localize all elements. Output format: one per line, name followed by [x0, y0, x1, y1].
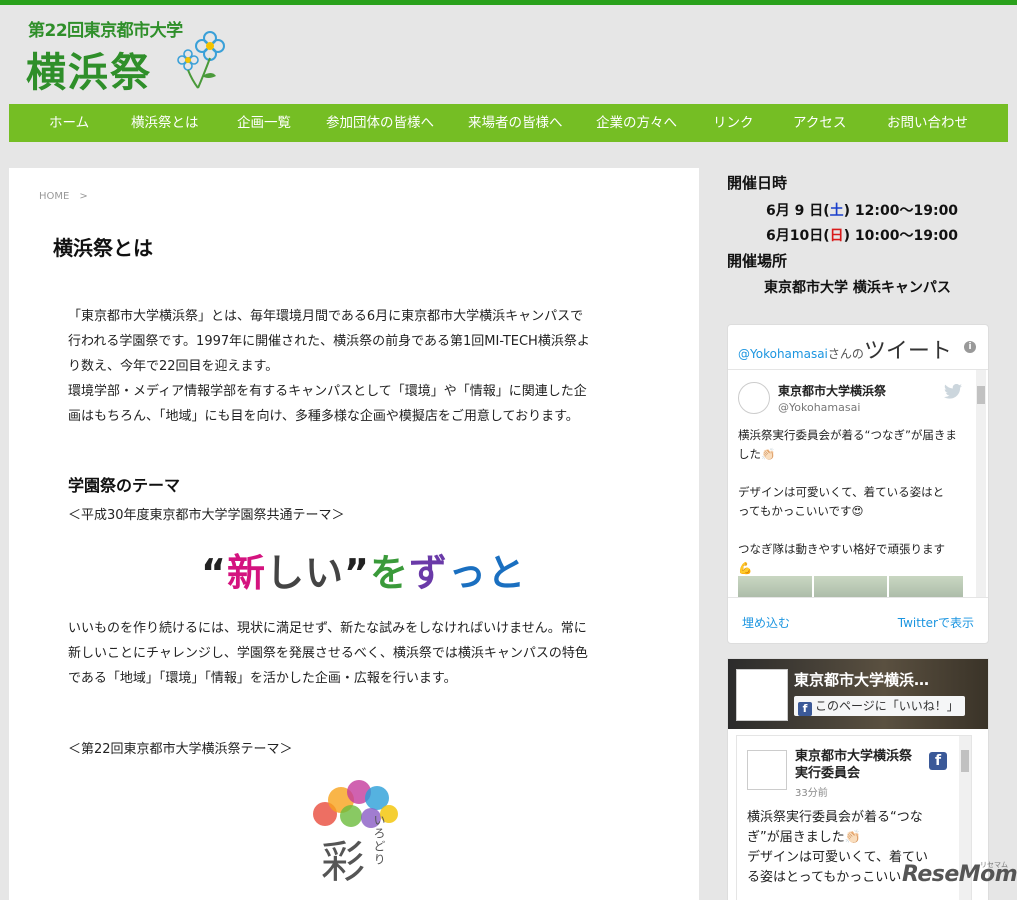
intro-text: 「東京都市大学横浜祭」とは、毎年環境月間である6月に東京都市大学横浜キャンパスで…: [68, 309, 590, 424]
facebook-icon: f: [798, 702, 812, 716]
date1-day: 6月 9 日(: [766, 203, 830, 219]
place-text: 東京都市大学 横浜キャンパス: [764, 280, 951, 296]
breadcrumb-home[interactable]: HOME: [39, 191, 69, 202]
date2-weekday: 日: [829, 228, 844, 244]
nav-visitors[interactable]: 来場者の皆様へ: [468, 104, 563, 142]
date2-close: ): [843, 228, 851, 244]
nav-contact[interactable]: お問い合わせ: [887, 104, 968, 142]
twitter-header: @Yokohamasaiさんのツイート: [738, 333, 952, 365]
site-logo[interactable]: 第22回東京都市大学 横浜祭: [26, 14, 226, 96]
slogan-char: を: [370, 551, 410, 595]
slogan-char: “: [201, 551, 227, 595]
nav-home[interactable]: ホーム: [49, 104, 89, 142]
tweet-author-name[interactable]: 東京都市大学横浜祭: [778, 382, 886, 399]
slogan-char: 新: [226, 551, 266, 595]
theme-text: いいものを作り続けるには、現状に満足せず、新たな試みをしなければいけません。常に…: [68, 621, 588, 686]
nav-participants[interactable]: 参加団体の皆様へ: [326, 104, 434, 142]
tweet-text: 横浜祭実行委員会が着る“つなぎ”が届きま した👏🏻 デザインは可愛いくて、着てい…: [738, 428, 957, 575]
place-heading: 開催場所: [727, 252, 788, 270]
info-icon[interactable]: i: [964, 341, 976, 353]
facebook-like-label: このページに「いいね！」: [815, 699, 959, 713]
top-accent-bar: [0, 0, 1017, 5]
facebook-post-author[interactable]: 東京都市大学横浜祭 実行委員会: [795, 748, 912, 782]
twitter-header-mid: さんの: [827, 347, 864, 361]
tweet-author-handle[interactable]: @Yokohamasai: [778, 401, 860, 414]
nav-about[interactable]: 横浜祭とは: [131, 104, 199, 142]
slogan-char: っ: [448, 551, 488, 595]
breadcrumb-sep: >: [79, 191, 88, 202]
date1-weekday: 土: [829, 203, 844, 219]
page-title: 横浜祭とは: [53, 236, 153, 260]
theme-slogan: “新しい”をずっと: [201, 542, 526, 597]
main-content: HOME > 横浜祭とは 「東京都市大学横浜祭」とは、毎年環境月間である6月に東京…: [9, 168, 699, 900]
breadcrumb: HOME >: [39, 191, 88, 202]
twitter-header-label: ツイート: [863, 339, 952, 364]
slogan-char: し: [266, 551, 306, 595]
twitter-header-handle[interactable]: @Yokohamasai: [738, 347, 828, 361]
date2-time: 10:00～19:00: [854, 228, 959, 244]
tweet-scrollbar[interactable]: [976, 370, 986, 597]
tweet-avatar[interactable]: [738, 382, 770, 414]
facebook-post-avatar[interactable]: [747, 750, 787, 790]
nav-access[interactable]: アクセス: [793, 104, 846, 142]
date1-time: 12:00～19:00: [854, 203, 959, 219]
theme22-kanji: 彩: [321, 837, 365, 888]
theme22-kana: いろどり: [372, 814, 386, 866]
nav-events[interactable]: 企画一覧: [237, 104, 291, 142]
logo-line2: 横浜祭: [26, 49, 152, 96]
nav-companies[interactable]: 企業の方々へ: [596, 104, 677, 142]
twitter-footer: 埋め込む Twitterで表示: [728, 597, 988, 643]
facebook-logo-icon[interactable]: f: [929, 752, 947, 770]
view-on-twitter-link[interactable]: Twitterで表示: [898, 614, 974, 631]
theme22-logo: 彩 いろどり: [301, 776, 411, 888]
date-row-1: 6月 9 日(土) 12:00～19:00: [766, 200, 958, 220]
flower-icon: [177, 31, 225, 89]
slogan-char: と: [487, 551, 527, 595]
date-row-2: 6月10日(日) 10:00～19:00: [766, 225, 958, 245]
watermark-sub: リセマム: [980, 861, 1008, 869]
twitter-widget: @Yokohamasaiさんのツイート i 東京都市大学横浜祭 @Yokoham…: [727, 324, 989, 644]
tweet-timeline[interactable]: 東京都市大学横浜祭 @Yokohamasai 横浜祭実行委員会が着る“つなぎ”が…: [728, 369, 988, 597]
facebook-page-title[interactable]: 東京都市大学横浜…: [794, 669, 980, 690]
theme-subheading: ＜平成30年度東京都市大学学園祭共通テーマ＞: [68, 508, 345, 523]
embed-link[interactable]: 埋め込む: [742, 614, 790, 631]
slogan-char: ”: [344, 551, 371, 595]
tweet-media[interactable]: [738, 576, 964, 597]
facebook-page-avatar[interactable]: [736, 669, 788, 721]
date2-day: 6月10日(: [766, 228, 830, 244]
date-heading: 開催日時: [727, 174, 788, 192]
slogan-char: い: [305, 551, 345, 595]
slogan-char: ず: [409, 551, 449, 595]
main-nav: ホーム 横浜祭とは 企画一覧 参加団体の皆様へ 来場者の皆様へ 企業の方々へ リ…: [9, 104, 1008, 142]
theme22-subheading: ＜第22回東京都市大学横浜祭テーマ＞: [68, 742, 293, 757]
facebook-like-button[interactable]: f このページに「いいね！」: [794, 696, 965, 716]
logo-line1: 第22回東京都市大学: [28, 21, 183, 41]
date1-close: ): [843, 203, 851, 219]
twitter-bird-icon[interactable]: [944, 384, 962, 399]
nav-links[interactable]: リンク: [713, 104, 754, 142]
facebook-post-time[interactable]: 33分前: [795, 784, 828, 799]
theme-heading: 学園祭のテーマ: [68, 476, 181, 495]
facebook-cover[interactable]: 東京都市大学横浜… f このページに「いいね！」: [728, 659, 988, 729]
